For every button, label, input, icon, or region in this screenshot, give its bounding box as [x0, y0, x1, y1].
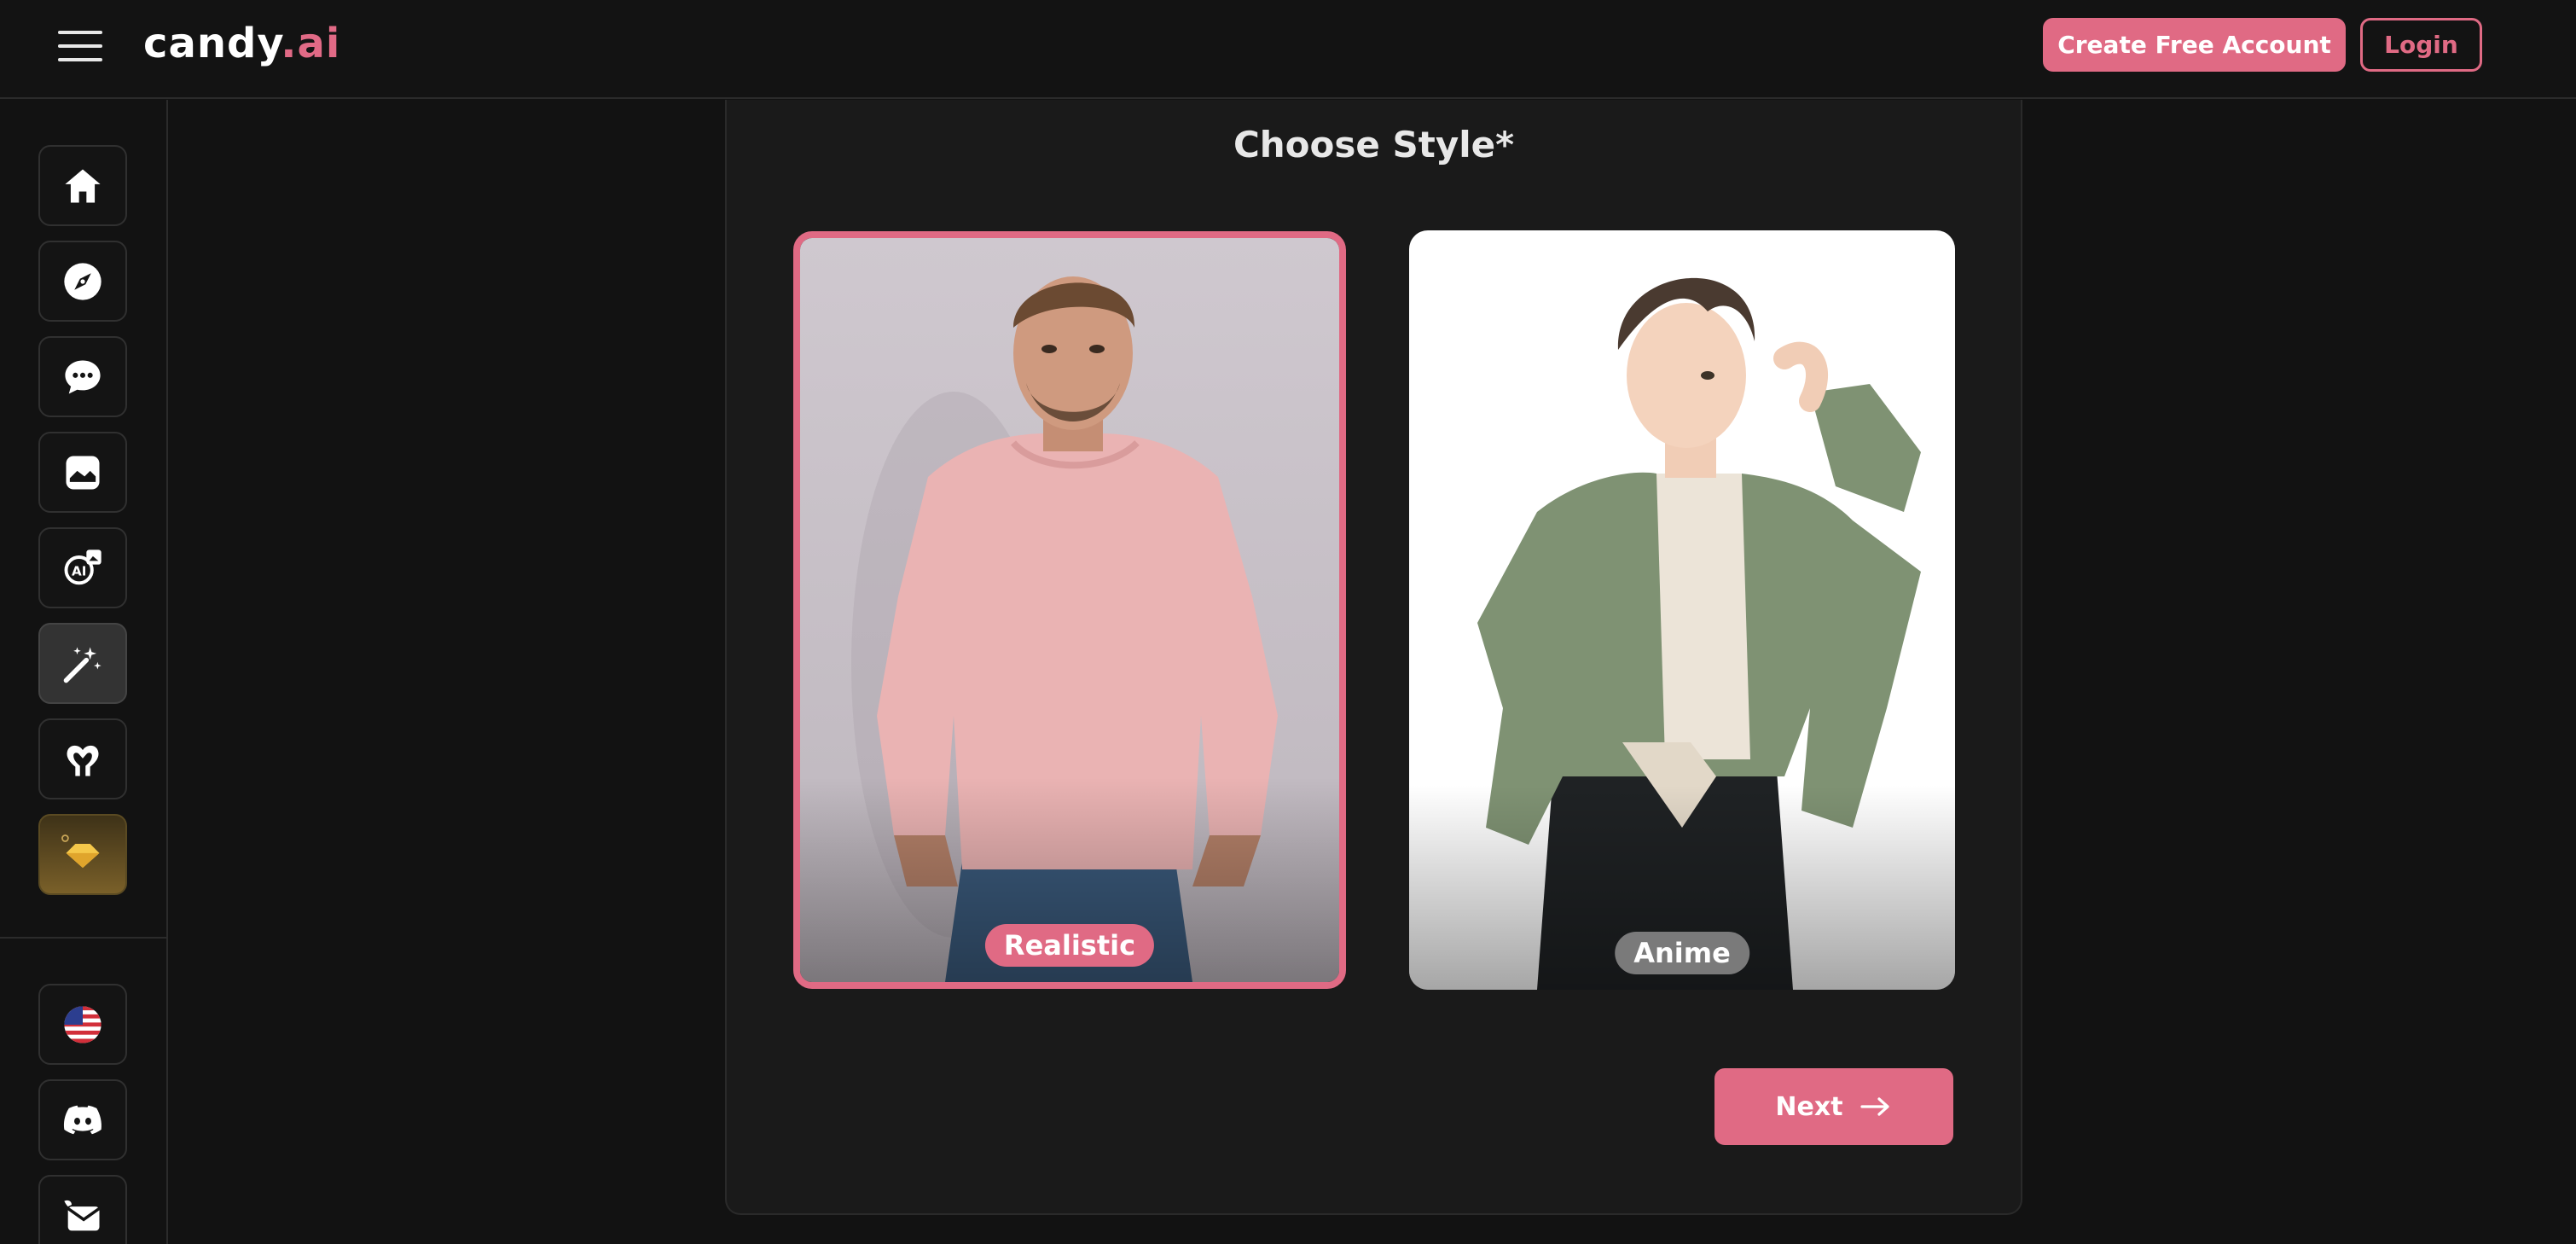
us-flag-icon — [64, 1005, 102, 1043]
heart-hands-icon — [67, 745, 99, 776]
discord-icon — [63, 1105, 102, 1134]
sidebar-divider — [0, 937, 168, 939]
contact-icon — [64, 1200, 101, 1230]
create-free-account-button[interactable]: Create Free Account — [2043, 18, 2346, 72]
compass-icon — [64, 262, 102, 300]
ai-generator-icon: AI — [64, 549, 102, 584]
sidebar-item-language[interactable] — [38, 984, 127, 1065]
style-label-realistic: Realistic — [984, 924, 1155, 967]
premium-diamond-icon — [61, 834, 100, 868]
style-card-realistic[interactable]: Realistic — [793, 231, 1346, 989]
sidebar-item-gallery[interactable] — [38, 432, 127, 513]
magic-wand-icon — [63, 647, 102, 683]
sidebar-item-contact[interactable] — [38, 1175, 127, 1244]
choose-style-panel: Choose Style* Realistic Anime Next — [725, 100, 2022, 1215]
sidebar-item-create-character[interactable] — [38, 623, 127, 704]
sidebar-item-discord[interactable] — [38, 1079, 127, 1160]
page-title: Choose Style* — [1233, 124, 1515, 166]
logo[interactable]: candy.ai — [143, 15, 340, 72]
top-bar: candy.ai Create Free Account Login — [0, 0, 2576, 99]
sidebar-item-premium[interactable] — [38, 814, 127, 895]
home-icon — [65, 169, 101, 202]
sidebar-item-home[interactable] — [38, 145, 127, 226]
style-card-anime[interactable]: Anime — [1409, 230, 1955, 990]
menu-icon[interactable] — [58, 29, 102, 63]
logo-main: candy — [143, 20, 281, 67]
arrow-right-icon — [1859, 1097, 1889, 1116]
style-label-anime: Anime — [1615, 932, 1749, 974]
gallery-icon — [66, 456, 100, 489]
svg-text:AI: AI — [72, 563, 86, 578]
login-button[interactable]: Login — [2360, 18, 2482, 72]
sidebar-item-ai-generator[interactable]: AI — [38, 527, 127, 608]
next-button-label: Next — [1775, 1091, 1843, 1122]
logo-accent: .ai — [281, 20, 341, 67]
next-button[interactable]: Next — [1714, 1068, 1953, 1145]
sidebar-item-chat[interactable] — [38, 336, 127, 417]
sidebar-item-my-ai[interactable] — [38, 718, 127, 799]
sidebar-item-explore[interactable] — [38, 241, 127, 322]
sidebar: AI — [0, 100, 168, 1244]
chat-icon — [65, 360, 101, 393]
